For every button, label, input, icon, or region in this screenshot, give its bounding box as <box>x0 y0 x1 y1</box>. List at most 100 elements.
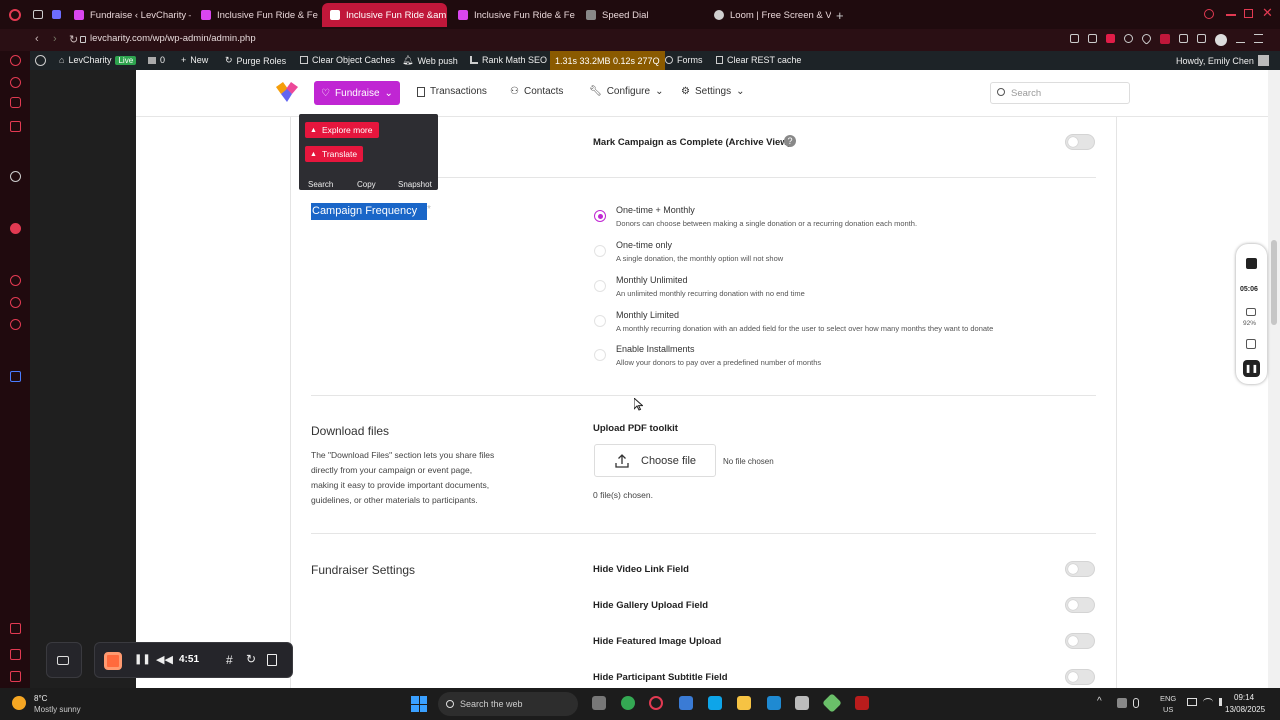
search-tabs-icon[interactable] <box>1204 9 1214 19</box>
camera-icon[interactable] <box>1246 308 1256 316</box>
pause-icon[interactable]: ❚❚ <box>134 654 151 665</box>
download-icon[interactable] <box>1236 34 1245 43</box>
radio-enable-installments[interactable] <box>594 349 606 361</box>
taskbar-search[interactable]: Search the web <box>438 692 578 716</box>
radio-onetime-only[interactable] <box>594 245 606 257</box>
history-icon[interactable] <box>10 275 21 286</box>
weather-icon[interactable] <box>12 696 26 710</box>
query-monitor-stats[interactable]: 1.31s 33.2MB 0.12s 277Q <box>550 51 665 70</box>
instagram-icon[interactable] <box>10 97 21 108</box>
popup-copy-button[interactable]: Copy <box>357 180 376 189</box>
grid-icon[interactable]: # <box>226 653 233 667</box>
explore-more-button[interactable]: ▲ Explore more <box>305 122 379 138</box>
tab-speed-dial[interactable]: Speed Dial <box>578 3 703 27</box>
filezilla-icon[interactable] <box>855 696 869 710</box>
app-icon[interactable] <box>795 696 809 710</box>
radio-onetime-monthly[interactable] <box>594 210 606 222</box>
hide-video-toggle[interactable] <box>1065 561 1095 577</box>
tray-app-icon[interactable] <box>1117 698 1127 708</box>
opera-icon[interactable] <box>649 696 663 710</box>
search-input[interactable]: Search <box>990 82 1130 104</box>
workspace-icon[interactable] <box>52 10 61 19</box>
back-icon[interactable]: ‹ <box>35 33 39 45</box>
camera-toggle-button[interactable] <box>46 642 82 678</box>
ext-icon[interactable] <box>1124 34 1133 43</box>
popup-snapshot-button[interactable]: Snapshot <box>398 180 432 189</box>
windows-start-icon[interactable] <box>411 696 427 712</box>
configure-menu[interactable]: 🔧︎ Configure ⌄ <box>589 86 663 97</box>
tray-chevron-icon[interactable]: ^ <box>1097 696 1102 707</box>
hide-subtitle-toggle[interactable] <box>1065 669 1095 685</box>
shield-icon[interactable] <box>10 371 21 382</box>
chatgpt-icon[interactable] <box>10 171 21 182</box>
loom-pause-button[interactable]: ❚❚ <box>1243 360 1260 377</box>
restart-icon[interactable]: ↻ <box>246 652 256 666</box>
ext-icon[interactable] <box>1106 34 1115 43</box>
tab-fundraise[interactable]: Fundraise ‹ LevCharity — <box>66 3 191 27</box>
microphone-icon[interactable] <box>1133 698 1139 708</box>
minimize-icon[interactable] <box>1226 14 1236 16</box>
contacts-link[interactable]: ⚇ Contacts <box>510 86 563 97</box>
sidebar-more-icon[interactable] <box>10 623 21 634</box>
aria-icon[interactable] <box>10 55 21 66</box>
clear-object-caches-link[interactable]: Clear Object Caches <box>300 55 395 65</box>
fundraise-menu[interactable]: ♡ Fundraise ⌄ <box>314 81 400 105</box>
translate-button[interactable]: ▲ Translate <box>305 146 364 162</box>
sidebar-extra-icon[interactable] <box>10 671 21 682</box>
archive-toggle[interactable] <box>1065 134 1095 150</box>
hide-featured-image-toggle[interactable] <box>1065 633 1095 649</box>
tabs-menu-icon[interactable] <box>33 10 43 19</box>
monitor-icon[interactable] <box>1187 698 1197 706</box>
forward-icon[interactable]: › <box>53 33 57 45</box>
rewind-icon[interactable]: ◀◀ <box>156 653 173 666</box>
app-icon[interactable] <box>822 693 842 713</box>
radio-monthly-limited[interactable] <box>594 315 606 327</box>
help-icon[interactable]: ? <box>784 135 796 147</box>
ext-icon[interactable] <box>1179 34 1188 43</box>
wifi-icon[interactable] <box>1203 698 1213 706</box>
forms-link[interactable]: Forms <box>665 55 703 65</box>
reload-icon[interactable]: ↻ <box>69 33 78 46</box>
clock-time[interactable]: 09:14 <box>1234 693 1254 702</box>
ext-icon[interactable] <box>1088 34 1097 43</box>
stop-recording-button[interactable] <box>104 652 122 670</box>
new-tab-icon[interactable]: + <box>836 8 844 23</box>
web-push-link[interactable]: 🔔︎ Web push <box>402 55 458 66</box>
ext-icon[interactable] <box>1160 34 1170 44</box>
opera-logo-icon[interactable] <box>9 9 21 21</box>
tab-inclusive-3[interactable]: Inclusive Fun Ride & Festi <box>450 3 575 27</box>
folder-icon[interactable] <box>737 696 751 710</box>
settings-icon[interactable] <box>10 319 21 330</box>
levcharity-logo-icon[interactable] <box>276 82 298 102</box>
messenger-icon[interactable] <box>10 77 21 88</box>
app-icon[interactable] <box>708 696 722 710</box>
hide-gallery-toggle[interactable] <box>1065 597 1095 613</box>
new-link[interactable]: + New <box>181 55 208 65</box>
purge-roles-link[interactable]: ↻ Purge Roles <box>225 55 286 66</box>
comments-link[interactable]: 0 <box>148 55 165 65</box>
url-field[interactable]: levcharity.com/wp/wp-admin/admin.php <box>90 33 256 44</box>
loom-logo-icon[interactable] <box>1246 258 1257 269</box>
vscode-icon[interactable] <box>767 696 781 710</box>
ext-icon[interactable] <box>1070 34 1079 43</box>
close-window-icon[interactable]: ✕ <box>1262 5 1273 21</box>
trash-icon[interactable] <box>267 654 277 666</box>
lang-code[interactable]: ENG <box>1160 694 1176 703</box>
choose-file-button[interactable]: Choose file <box>594 444 716 477</box>
site-menu[interactable]: ⌂ LevCharity Live <box>59 55 137 65</box>
wordpress-logo-icon[interactable] <box>35 55 46 66</box>
transactions-link[interactable]: Transactions <box>417 86 487 97</box>
maximize-icon[interactable] <box>1244 9 1253 18</box>
radio-monthly-unlimited[interactable] <box>594 280 606 292</box>
pinboard-icon[interactable] <box>10 297 21 308</box>
tab-inclusive-1[interactable]: Inclusive Fun Ride & Festi <box>193 3 318 27</box>
rank-math-link[interactable]: Rank Math SEO <box>470 55 547 65</box>
chrome-icon[interactable] <box>621 696 635 710</box>
popup-search-button[interactable]: Search <box>308 180 333 189</box>
scrollbar-track[interactable] <box>1268 70 1280 688</box>
notepad-icon[interactable] <box>679 696 693 710</box>
notes-icon[interactable] <box>1246 339 1256 349</box>
clear-rest-cache-link[interactable]: Clear REST cache <box>716 55 801 65</box>
sidebar-options-icon[interactable] <box>10 649 21 660</box>
tab-loom[interactable]: Loom | Free Screen & Vid <box>706 3 831 27</box>
